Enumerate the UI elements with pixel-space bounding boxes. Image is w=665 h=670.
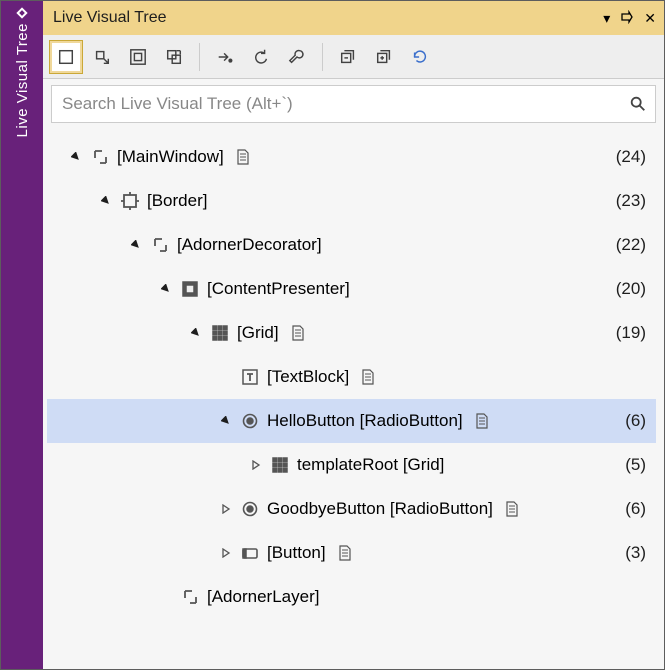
toolbar-preview-selection[interactable] <box>157 40 191 74</box>
content-icon <box>179 278 201 300</box>
tree-row[interactable]: [ContentPresenter] (20) <box>47 267 656 311</box>
twisty-expanded-icon[interactable] <box>97 192 115 210</box>
twisty-expanded-icon[interactable] <box>67 148 85 166</box>
tree-row[interactable]: [AdornerLayer] <box>47 575 656 619</box>
twisty-collapsed-icon[interactable] <box>247 456 265 474</box>
pin-icon <box>620 10 634 24</box>
toolbar-select-element[interactable] <box>49 40 83 74</box>
twisty-expanded-icon[interactable] <box>157 280 175 298</box>
descendant-count: (20) <box>616 279 646 299</box>
go-to-live-icon <box>216 48 234 66</box>
tree-item-label: HelloButton [RadioButton] <box>267 411 463 431</box>
search-input[interactable] <box>60 93 629 115</box>
refresh-icon <box>411 48 429 66</box>
view-source-icon[interactable] <box>473 412 491 430</box>
toolbar-track-focus[interactable] <box>121 40 155 74</box>
tree-row[interactable]: [Border] (23) <box>47 179 656 223</box>
select-element-icon <box>57 48 75 66</box>
radio-icon <box>239 410 261 432</box>
descendant-count: (24) <box>616 147 646 167</box>
tree-item-label: [Grid] <box>237 323 279 343</box>
text-icon <box>239 366 261 388</box>
search-bar[interactable] <box>51 85 656 123</box>
toolbar-refresh[interactable] <box>403 40 437 74</box>
tree-row[interactable]: [TextBlock] <box>47 355 656 399</box>
tree-item-label: [AdornerLayer] <box>207 587 319 607</box>
twisty-expanded-icon[interactable] <box>187 324 205 342</box>
descendant-count: (5) <box>625 455 646 475</box>
expand-all-icon <box>375 48 393 66</box>
tree-item-label: templateRoot [Grid] <box>297 455 444 475</box>
twisty-expanded-icon[interactable] <box>217 412 235 430</box>
pin-button[interactable] <box>620 10 634 27</box>
toolbar-collapse-all[interactable] <box>331 40 365 74</box>
side-tab-icon <box>16 7 27 18</box>
track-focus-icon <box>129 48 147 66</box>
tree-row[interactable]: GoodbyeButton [RadioButton] (6) <box>47 487 656 531</box>
descendant-count: (19) <box>616 323 646 343</box>
tree-item-label: [AdornerDecorator] <box>177 235 322 255</box>
button-icon <box>239 542 261 564</box>
titlebar: Live Visual Tree ▾ ✕ <box>43 1 664 35</box>
tree-item-label: [ContentPresenter] <box>207 279 350 299</box>
radio-icon <box>239 498 261 520</box>
panel: Live Visual Tree ▾ ✕ <box>43 1 664 669</box>
tree-row[interactable]: [Button] (3) <box>47 531 656 575</box>
view-source-icon[interactable] <box>289 324 307 342</box>
toolbar-separator <box>199 43 200 71</box>
tree-item-label: GoodbyeButton [RadioButton] <box>267 499 493 519</box>
collapse-all-icon <box>339 48 357 66</box>
tree-row[interactable]: templateRoot [Grid] (5) <box>47 443 656 487</box>
tree-item-label: [TextBlock] <box>267 367 349 387</box>
side-tab-label: Live Visual Tree <box>14 23 31 137</box>
tree-item-label: [Button] <box>267 543 326 563</box>
tree-row[interactable]: HelloButton [RadioButton] (6) <box>47 399 656 443</box>
twisty-collapsed-icon[interactable] <box>217 500 235 518</box>
panel-title: Live Visual Tree <box>53 9 603 27</box>
wrench-icon <box>288 48 306 66</box>
grid-icon <box>269 454 291 476</box>
view-source-icon[interactable] <box>336 544 354 562</box>
angle-icon <box>179 586 201 608</box>
tree-item-label: [Border] <box>147 191 207 211</box>
tree-row[interactable]: [AdornerDecorator] (22) <box>47 223 656 267</box>
view-source-icon[interactable] <box>503 500 521 518</box>
twisty-collapsed-icon[interactable] <box>217 544 235 562</box>
toolbar-expand-all[interactable] <box>367 40 401 74</box>
undo-icon <box>252 48 270 66</box>
view-source-icon[interactable] <box>359 368 377 386</box>
grid-icon <box>209 322 231 344</box>
descendant-count: (23) <box>616 191 646 211</box>
toolbar-undo[interactable] <box>244 40 278 74</box>
descendant-count: (6) <box>625 411 646 431</box>
angle-icon <box>89 146 111 168</box>
tree-item-label: [MainWindow] <box>117 147 224 167</box>
descendant-count: (6) <box>625 499 646 519</box>
twisty-expanded-icon[interactable] <box>127 236 145 254</box>
close-button[interactable]: ✕ <box>644 10 656 27</box>
layout-adorners-icon <box>93 48 111 66</box>
toolbar-settings[interactable] <box>280 40 314 74</box>
tree-row[interactable]: [Grid] (19) <box>47 311 656 355</box>
toolbar-go-to-live[interactable] <box>208 40 242 74</box>
side-tab[interactable]: Live Visual Tree <box>1 1 43 669</box>
toolbar-layout-adorners[interactable] <box>85 40 119 74</box>
descendant-count: (3) <box>625 543 646 563</box>
border-icon <box>119 190 141 212</box>
descendant-count: (22) <box>616 235 646 255</box>
preview-selection-icon <box>165 48 183 66</box>
search-icon <box>629 95 647 113</box>
window-menu-button[interactable]: ▾ <box>603 10 610 27</box>
view-source-icon[interactable] <box>234 148 252 166</box>
angle-icon <box>149 234 171 256</box>
toolbar-separator <box>322 43 323 71</box>
toolbar <box>43 35 664 79</box>
visual-tree[interactable]: [MainWindow] (24) [Border] (23) [AdornerDeco… <box>43 127 664 669</box>
tree-row[interactable]: [MainWindow] (24) <box>47 135 656 179</box>
